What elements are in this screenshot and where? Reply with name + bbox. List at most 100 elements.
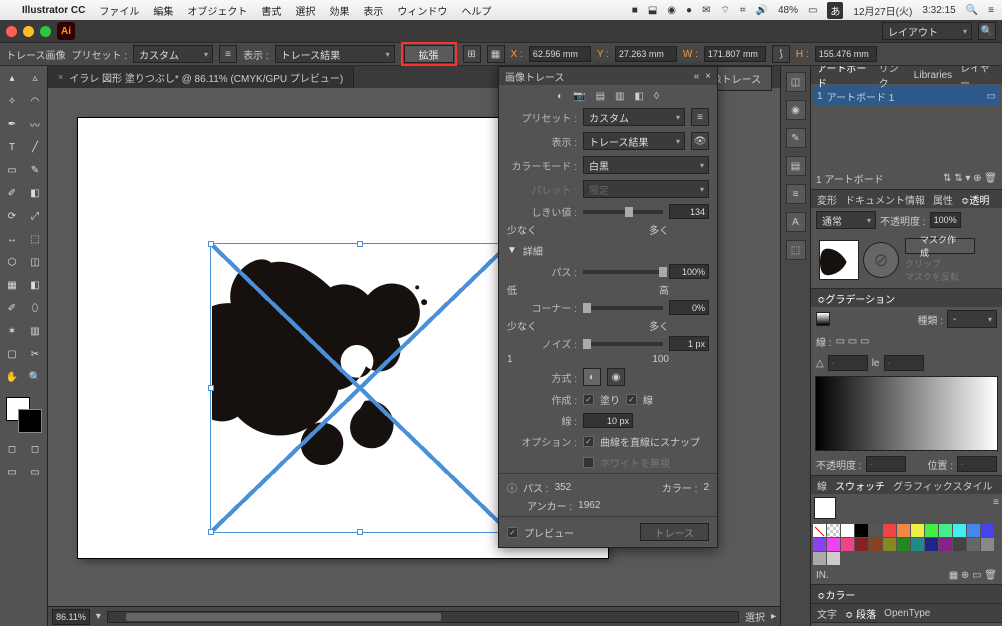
paths-value[interactable]: 100% [669, 264, 709, 279]
gradient-tool[interactable]: ◧ [24, 274, 46, 296]
panel-close-icon[interactable]: × [705, 71, 711, 82]
stroke-width-field[interactable]: 10 px [583, 413, 633, 428]
preset-gray-icon[interactable]: ▥ [615, 91, 624, 102]
dock-icon-5[interactable]: ≡ [786, 184, 806, 204]
symbol-sprayer-tool[interactable]: ✶ [1, 320, 23, 342]
eyedropper-tool[interactable]: ✐ [1, 297, 23, 319]
spotlight-icon[interactable]: 🔍 [966, 5, 978, 16]
tab-transparency[interactable]: ≎透明 [961, 192, 989, 207]
hand-tool[interactable]: ✋ [1, 366, 23, 388]
line-icon[interactable]: ● [686, 5, 692, 16]
battery-icon[interactable]: ▭ [808, 5, 817, 16]
dock-icon-4[interactable]: ▤ [786, 156, 806, 176]
volume-icon[interactable]: 🔊 [756, 5, 768, 16]
preset-photo-icon[interactable]: 📷 [573, 91, 585, 102]
artboard-tool[interactable]: ▢ [1, 343, 23, 365]
opacity-field[interactable]: 100% [930, 212, 961, 228]
threshold-value[interactable]: 134 [669, 204, 709, 219]
screen-mode[interactable]: ▭ [1, 461, 23, 483]
zoom-dropdown-icon[interactable]: ▾ [96, 611, 101, 622]
zoom-tool[interactable]: 🔍 [24, 366, 46, 388]
workspace-dropdown[interactable]: レイアウト [882, 22, 972, 40]
dropbox-icon[interactable]: ⬓ [648, 5, 657, 16]
tab-libraries[interactable]: Libraries [914, 70, 952, 81]
close-window-icon[interactable] [6, 26, 17, 37]
w-field[interactable]: 171.807 mm [704, 46, 766, 62]
slice-tool[interactable]: ✂ [24, 343, 46, 365]
width-tool[interactable]: ↔ [1, 228, 23, 250]
close-tab-icon[interactable]: × [58, 72, 63, 82]
dock-icon-3[interactable]: ✎ [786, 128, 806, 148]
fills-checkbox[interactable]: ✓ [583, 394, 594, 405]
horizontal-scrollbar[interactable] [107, 611, 739, 623]
threshold-slider[interactable] [583, 210, 663, 214]
tab-opentype[interactable]: OpenType [884, 608, 930, 619]
menu-select[interactable]: 選択 [295, 3, 315, 18]
link-wh-icon[interactable]: ⟆ [772, 45, 790, 63]
tab-transform[interactable]: 変形 [817, 192, 837, 207]
menu-file[interactable]: ファイル [99, 3, 139, 18]
swatch-menu-icon[interactable]: ≡ [993, 497, 999, 519]
blend-tool[interactable]: ⬯ [24, 297, 46, 319]
menu-help[interactable]: ヘルプ [461, 3, 491, 18]
shape-builder-tool[interactable]: ⬡ [1, 251, 23, 273]
fill-stroke-well[interactable] [4, 395, 43, 431]
magic-wand-tool[interactable]: ✧ [1, 90, 23, 112]
noise-slider[interactable] [583, 342, 663, 346]
eraser-tool[interactable]: ◧ [24, 182, 46, 204]
preset-low-icon[interactable]: ▤ [596, 91, 605, 102]
preset-save-icon[interactable]: ≡ [691, 108, 709, 126]
cc-icon[interactable]: ◉ [667, 5, 676, 16]
view-eye-icon[interactable]: 👁 [691, 132, 709, 150]
menu-view[interactable]: 表示 [363, 3, 383, 18]
time[interactable]: 3:32:15 [922, 5, 955, 16]
preview-checkbox[interactable]: ✓ [507, 527, 518, 538]
ignore-white-checkbox[interactable] [583, 457, 594, 468]
panel-collapse-icon[interactable]: « [694, 71, 700, 82]
dock-icon-7[interactable]: ⬚ [786, 240, 806, 260]
make-mask-button[interactable]: マスク作成 [905, 238, 975, 254]
direct-selection-tool[interactable]: ▵ [24, 67, 46, 89]
perspective-tool[interactable]: ◫ [24, 251, 46, 273]
date[interactable]: 12月27日(火) [853, 3, 912, 18]
tab-paragraph[interactable]: ≎ 段落 [845, 606, 876, 621]
swatch-grid[interactable] [811, 522, 1002, 567]
artboard-options-icon[interactable]: ▭ [987, 91, 996, 102]
line-tool[interactable]: ╱ [24, 136, 46, 158]
tab-graphic-styles[interactable]: グラフィックスタイル [893, 478, 993, 493]
column-graph-tool[interactable]: ▥ [24, 320, 46, 342]
ctrl-view-dropdown[interactable]: トレース結果 [275, 45, 395, 63]
menu-edit[interactable]: 編集 [153, 3, 173, 18]
gradient-editor[interactable] [815, 376, 998, 451]
tab-stroke[interactable]: 線 [817, 478, 827, 493]
dock-icon-1[interactable]: ◫ [786, 72, 806, 92]
shaper-tool[interactable]: ✐ [1, 182, 23, 204]
y-field[interactable]: 27.263 mm [615, 46, 677, 62]
gradient-fill-icon[interactable] [816, 312, 830, 326]
tab-character[interactable]: 文字 [817, 606, 837, 621]
strokes-checkbox[interactable]: ✓ [626, 394, 637, 405]
snap-checkbox[interactable]: ✓ [583, 436, 594, 447]
tab-artboards[interactable]: アートボード [817, 66, 871, 90]
menu-type[interactable]: 書式 [261, 3, 281, 18]
paintbrush-tool[interactable]: ✎ [24, 159, 46, 181]
artboard-reorder-icons[interactable]: ⇅ ⇅ ▾ ⊕ 🗑 [943, 173, 997, 184]
swatch-fill-well[interactable] [814, 497, 836, 519]
menu-object[interactable]: オブジェクト [187, 3, 247, 18]
panel-view-dropdown[interactable]: トレース結果 [583, 132, 685, 150]
preset-auto-icon[interactable]: ◐ [557, 91, 563, 102]
type-tool[interactable]: T [1, 136, 23, 158]
paths-slider[interactable] [583, 270, 663, 274]
blend-mode-dropdown[interactable]: 通常 [816, 211, 876, 229]
mail-icon[interactable]: ✉︎ [702, 5, 710, 16]
tab-layers[interactable]: レイヤー [960, 66, 996, 90]
ref-point-icon[interactable]: ▦ [487, 45, 505, 63]
evernote-icon[interactable]: ■ [632, 5, 638, 16]
corner-slider[interactable] [583, 306, 663, 310]
dock-icon-6[interactable]: A [786, 212, 806, 232]
document-tab[interactable]: × イラレ 図形 塗りつぶし* @ 86.11% (CMYK/GPU プレビュー… [48, 66, 354, 88]
h-field[interactable]: 155.476 mm [815, 46, 877, 62]
menu-effect[interactable]: 効果 [329, 3, 349, 18]
corner-value[interactable]: 0% [669, 300, 709, 315]
tab-color[interactable]: ≎カラー [817, 587, 855, 602]
